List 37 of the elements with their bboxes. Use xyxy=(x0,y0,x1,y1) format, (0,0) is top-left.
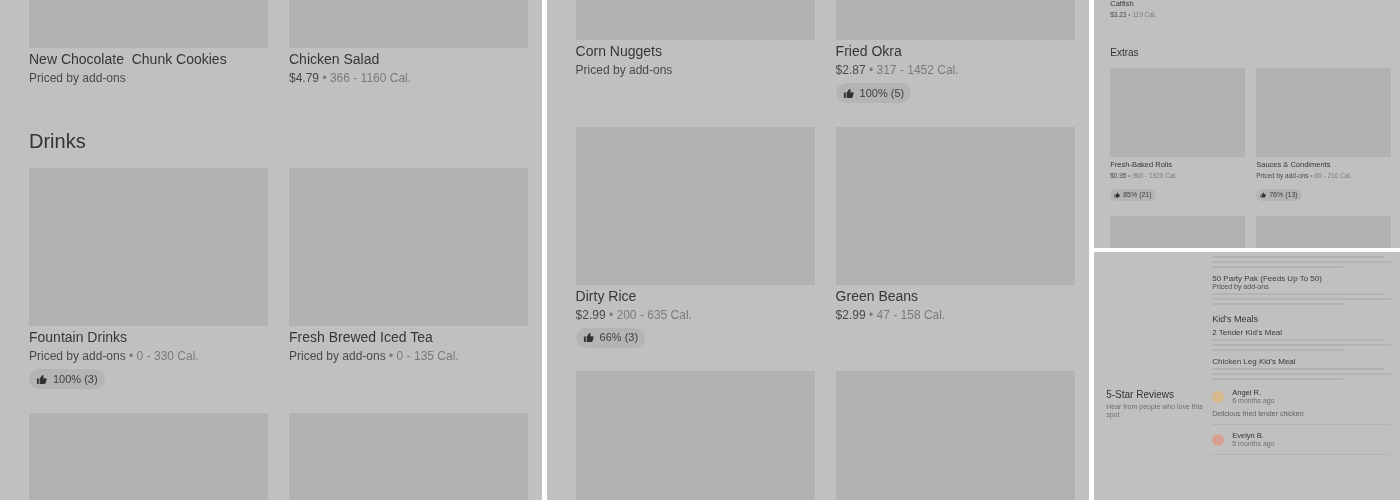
thumbs-up-icon xyxy=(1260,192,1267,198)
price-text: Priced by add-ons xyxy=(575,63,673,77)
price-text: $2.87 xyxy=(835,63,866,77)
item-title: New Chocolate Chunk Cookies xyxy=(29,50,228,69)
item-title: 2 Tender Kid's Meal xyxy=(1212,328,1284,337)
item-title: Green Beans xyxy=(835,286,920,306)
item-title: Chicken Leg Kid's Meal xyxy=(1212,357,1297,366)
item-title: Chicken Salad xyxy=(289,50,381,69)
price-text: Priced by add-ons xyxy=(29,71,126,85)
rating-text: 66% (3) xyxy=(599,330,639,346)
reviews-heading: 5-Star Reviews xyxy=(1106,388,1176,401)
item-title: Fountain Drinks xyxy=(29,328,129,347)
calorie-text: • 0 - 135 Cal. xyxy=(389,349,459,363)
calorie-text: • 47 - 158 Cal. xyxy=(869,307,946,322)
calorie-text: • 366 - 1160 Cal. xyxy=(322,71,412,85)
calorie-text: • 317 - 1452 Cal. xyxy=(869,63,959,77)
rating-text: 100% (3) xyxy=(53,371,98,387)
item-title: Dirty Rice xyxy=(575,286,638,306)
price-text: Priced by add-ons xyxy=(289,349,386,363)
thumbs-up-icon xyxy=(842,87,854,99)
section-heading: Extras xyxy=(1110,46,1140,60)
price-text: $2.99 xyxy=(575,307,606,322)
item-title: Fresh Brewed Iced Tea xyxy=(289,328,434,347)
section-heading: Drinks xyxy=(29,129,87,154)
section-heading: Kid's Meals xyxy=(1212,313,1259,325)
thumbs-up-icon xyxy=(582,332,594,343)
calorie-text: • 0 - 330 Cal. xyxy=(129,349,199,363)
price-text: $4.79 xyxy=(289,71,320,85)
thumbs-up-icon xyxy=(1114,192,1121,198)
item-title: 50 Party Pak (Feeds Up To 50) xyxy=(1212,274,1323,283)
item-title: Corn Nuggets xyxy=(575,42,663,61)
rating-text: 100% (5) xyxy=(859,85,905,101)
item-title: Fried Okra xyxy=(835,42,903,61)
price-text: Priced by add-ons xyxy=(29,349,126,363)
calorie-text: • 200 - 635 Cal. xyxy=(609,307,692,322)
price-text: $2.99 xyxy=(835,307,866,322)
thumbs-up-icon xyxy=(36,373,47,385)
